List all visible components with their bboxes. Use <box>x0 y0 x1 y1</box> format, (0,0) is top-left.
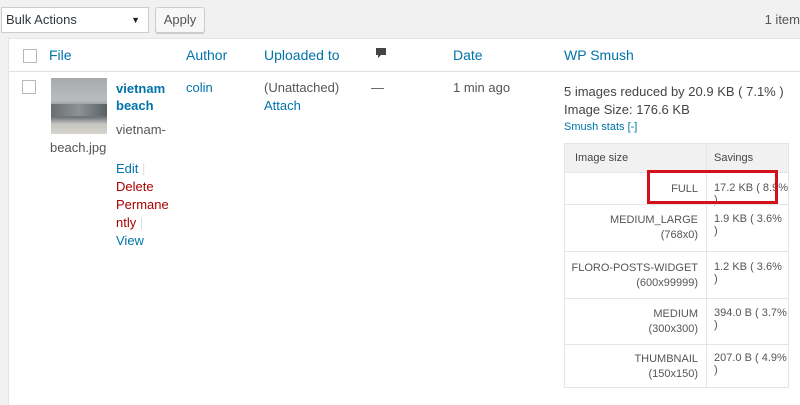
stats-header-size: Image size <box>575 152 629 164</box>
apply-button[interactable]: Apply <box>155 7 205 33</box>
media-title-line1: vietnam <box>116 81 166 96</box>
column-author[interactable]: Author <box>186 47 227 63</box>
stats-size-label: THUMBNAIL <box>634 353 698 365</box>
stats-size-dims: (768x0) <box>660 229 698 241</box>
bulk-actions-value: Bulk Actions <box>6 12 77 27</box>
stats-size-label: FLORO-POSTS-WIDGET <box>571 262 699 274</box>
stats-size-dims: (150x150) <box>648 368 698 380</box>
smush-stats-toggle[interactable]: Smush stats [-] <box>564 121 637 133</box>
delete-permanently-link[interactable]: Delete Permane ntly | <box>116 178 169 232</box>
filename-line2: beach.jpg <box>50 140 107 155</box>
item-count: 1 item <box>764 12 800 27</box>
uploaded-to-value: (Unattached) <box>264 80 340 95</box>
delete-line1: Delete <box>116 179 154 194</box>
stats-saving: 207.0 B ( 4.9% ) <box>714 352 787 376</box>
chevron-down-icon: ▼ <box>131 15 140 25</box>
media-title-link[interactable]: vietnam beach <box>116 80 176 114</box>
smush-image-size: Image Size: 176.6 KB <box>564 102 690 117</box>
smush-summary: 5 images reduced by 20.9 KB ( 7.1% ) Ima… <box>564 83 784 119</box>
bulk-actions-select[interactable]: Bulk Actions ▼ <box>1 7 149 33</box>
stats-size-name: MEDIUM_LARGE (768x0) <box>610 213 698 243</box>
stats-size-name: FLORO-POSTS-WIDGET (600x99999) <box>572 261 699 291</box>
comments-count: — <box>371 80 384 95</box>
stats-header-row: Image size Savings <box>565 144 788 173</box>
stats-size-label: MEDIUM <box>653 308 698 320</box>
media-title-line2: beach <box>116 98 154 113</box>
attach-link[interactable]: Attach <box>264 98 301 113</box>
stats-row-divider <box>565 204 788 205</box>
stats-saving: 394.0 B ( 3.7% ) <box>714 307 787 331</box>
stats-header-savings: Savings <box>714 152 754 164</box>
stats-size-name: MEDIUM (300x300) <box>648 307 698 337</box>
row-action-view-wrap: View <box>116 232 144 250</box>
comment-bubble-icon[interactable] <box>375 47 387 59</box>
edit-link[interactable]: Edit <box>116 161 138 176</box>
column-wp-smush: WP Smush <box>564 47 634 63</box>
row-checkbox[interactable] <box>22 80 36 94</box>
stats-size-dims: (300x300) <box>648 323 698 335</box>
stats-size-name: THUMBNAIL (150x150) <box>634 352 698 382</box>
stats-row-divider <box>565 251 788 252</box>
action-separator: | <box>139 215 144 230</box>
smush-summary-text: 5 images reduced by 20.9 KB ( 7.1% ) <box>564 84 784 99</box>
author-link[interactable]: colin <box>186 80 213 95</box>
delete-line3: ntly <box>116 215 137 230</box>
tablenav-top: Bulk Actions ▼ Apply 1 item <box>0 0 800 40</box>
delete-line2: Permane <box>116 197 169 212</box>
filename-line1: vietnam- <box>116 122 166 137</box>
column-uploaded-to[interactable]: Uploaded to <box>264 47 340 63</box>
upload-date: 1 min ago <box>453 80 511 95</box>
column-file[interactable]: File <box>49 47 72 63</box>
stats-size-label: MEDIUM_LARGE <box>609 214 698 226</box>
highlight-box <box>647 170 778 204</box>
stats-row-divider <box>565 344 788 345</box>
row-action-edit-wrap: Edit | <box>116 160 145 178</box>
column-date[interactable]: Date <box>453 47 483 63</box>
stats-saving: 1.9 KB ( 3.6% ) <box>714 213 782 237</box>
action-separator: | <box>142 161 146 176</box>
media-thumbnail[interactable] <box>51 78 107 134</box>
table-header: File Author Uploaded to Date WP Smush <box>9 39 800 72</box>
stats-size-dims: (600x99999) <box>636 277 698 289</box>
stats-row-divider <box>565 298 788 299</box>
select-all-checkbox[interactable] <box>23 49 37 63</box>
view-link[interactable]: View <box>116 233 144 248</box>
stats-saving: 1.2 KB ( 3.6% ) <box>714 261 782 285</box>
